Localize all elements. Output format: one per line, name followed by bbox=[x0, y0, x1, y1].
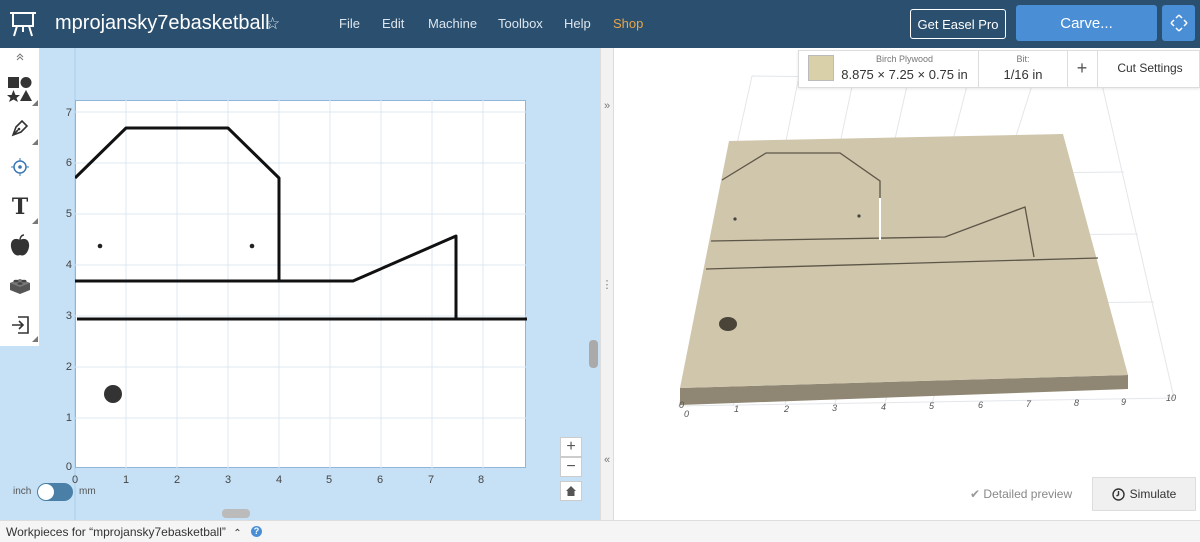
separator bbox=[1097, 50, 1098, 88]
cut-settings-button[interactable]: Cut Settings bbox=[1102, 61, 1198, 75]
toolbox-collapse-button[interactable] bbox=[0, 52, 40, 66]
favorite-star-icon[interactable]: ☆ bbox=[265, 14, 280, 34]
svg-text:1: 1 bbox=[734, 404, 739, 414]
expand-right-icon[interactable]: » bbox=[601, 100, 613, 112]
y-axis-tick: 1 bbox=[65, 412, 72, 424]
x-axis-tick: 3 bbox=[225, 474, 232, 486]
svg-text:10: 10 bbox=[1166, 393, 1176, 403]
chevrons-up-icon bbox=[16, 53, 24, 61]
unit-mm-label: mm bbox=[79, 486, 96, 497]
apps-tool-button[interactable] bbox=[0, 227, 40, 265]
vertical-scrollbar[interactable] bbox=[589, 340, 598, 368]
import-icon bbox=[12, 316, 29, 334]
x-axis-tick: 0 bbox=[72, 474, 79, 486]
svg-text:9: 9 bbox=[1121, 397, 1126, 407]
menu-toolbox[interactable]: Toolbox bbox=[498, 16, 543, 31]
caret-up-icon: ⌃ bbox=[233, 528, 242, 539]
expand-icon bbox=[1169, 14, 1188, 32]
unit-toggle[interactable] bbox=[37, 483, 73, 501]
workpiece-drawing[interactable] bbox=[75, 100, 527, 470]
apple-icon bbox=[10, 234, 30, 256]
drag-handle-icon[interactable]: ⋮ bbox=[601, 278, 613, 291]
get-easel-pro-button[interactable]: Get Easel Pro bbox=[910, 9, 1006, 39]
menu-help[interactable]: Help bbox=[564, 16, 591, 31]
text-tool-button[interactable]: T bbox=[0, 188, 40, 226]
clock-icon bbox=[1111, 487, 1125, 501]
text-icon: T bbox=[11, 194, 29, 220]
zoom-in-button[interactable]: + bbox=[560, 437, 582, 457]
y-axis-tick: 7 bbox=[65, 107, 72, 119]
hole-marker[interactable] bbox=[97, 243, 103, 249]
unit-inch-label: inch bbox=[13, 486, 32, 497]
menu-edit[interactable]: Edit bbox=[382, 16, 404, 31]
bit-label: Bit: bbox=[1016, 54, 1030, 64]
zoom-fit-button[interactable] bbox=[560, 481, 582, 501]
menu-shop[interactable]: Shop bbox=[613, 16, 643, 31]
menu-machine[interactable]: Machine bbox=[428, 16, 477, 31]
carve-button[interactable]: Carve... bbox=[1016, 5, 1157, 41]
add-bit-button[interactable]: + bbox=[1068, 58, 1096, 79]
svg-text:2: 2 bbox=[783, 404, 789, 414]
x-axis-tick: 6 bbox=[377, 474, 384, 486]
menu-file[interactable]: File bbox=[339, 16, 360, 31]
y-axis-tick: 6 bbox=[65, 157, 72, 169]
horizontal-scrollbar[interactable] bbox=[222, 509, 250, 518]
project-title[interactable]: mprojansky7ebasketball bbox=[55, 12, 270, 35]
shapes-icon bbox=[7, 77, 32, 102]
expand-preview-button[interactable] bbox=[1162, 5, 1195, 41]
home-icon bbox=[566, 486, 576, 496]
y-axis-tick: 2 bbox=[65, 361, 72, 373]
sketch-paths bbox=[75, 126, 527, 321]
x-axis-tick: 5 bbox=[326, 474, 333, 486]
parts-tool-button[interactable] bbox=[0, 266, 40, 304]
board-top bbox=[680, 134, 1128, 388]
svg-text:5: 5 bbox=[929, 401, 935, 411]
y-axis-tick: 3 bbox=[65, 310, 72, 322]
svg-text:6: 6 bbox=[978, 400, 983, 410]
svg-text:0: 0 bbox=[684, 409, 689, 419]
shapes-tool-button[interactable] bbox=[0, 70, 40, 108]
svg-text:3: 3 bbox=[832, 403, 837, 413]
simulate-button[interactable]: Simulate bbox=[1092, 477, 1196, 511]
target-icon bbox=[11, 158, 29, 176]
svg-text:8: 8 bbox=[1074, 398, 1079, 408]
lego-brick-icon bbox=[10, 279, 30, 294]
material-swatch[interactable] bbox=[808, 55, 834, 81]
x-axis-tick: 4 bbox=[276, 474, 283, 486]
simulate-label: Simulate bbox=[1129, 487, 1177, 501]
easel-logo-icon[interactable] bbox=[8, 10, 38, 38]
workpieces-label[interactable]: Workpieces for “mprojansky7ebasketball” … bbox=[6, 525, 242, 539]
hole-marker[interactable] bbox=[249, 243, 255, 249]
y-axis-tick: 5 bbox=[65, 208, 72, 220]
expand-left-icon[interactable]: « bbox=[601, 454, 613, 466]
x-axis-tick: 1 bbox=[123, 474, 130, 486]
x-axis-tick: 2 bbox=[174, 474, 181, 486]
zoom-out-button[interactable]: − bbox=[560, 457, 582, 477]
detailed-preview-label: Detailed preview bbox=[983, 487, 1073, 501]
x-axis-tick: 8 bbox=[478, 474, 485, 486]
x-axis-tick: 7 bbox=[428, 474, 435, 486]
pen-tool-button[interactable] bbox=[0, 109, 40, 147]
y-axis-tick: 4 bbox=[65, 259, 72, 271]
checkmark-icon: ✔ bbox=[970, 487, 981, 501]
3d-preview-scene[interactable]: 0 1 2 3 4 5 6 7 8 9 10 0 bbox=[614, 48, 1200, 468]
svg-text:4: 4 bbox=[881, 402, 886, 412]
pen-icon bbox=[11, 119, 29, 137]
y-axis-tick: 0 bbox=[65, 461, 72, 473]
separator bbox=[978, 50, 979, 88]
import-tool-button[interactable] bbox=[0, 306, 40, 344]
hole-marker[interactable] bbox=[104, 385, 122, 403]
bit-selector[interactable]: 1/16 in bbox=[980, 67, 1066, 82]
material-dimensions[interactable]: 8.875 × 7.25 × 0.75 in bbox=[838, 67, 971, 82]
material-name[interactable]: Birch Plywood bbox=[838, 54, 971, 64]
help-icon[interactable]: ? bbox=[251, 526, 262, 537]
point-tool-button[interactable] bbox=[0, 148, 40, 186]
detailed-preview-toggle[interactable]: ✔ Detailed preview bbox=[970, 487, 1072, 501]
